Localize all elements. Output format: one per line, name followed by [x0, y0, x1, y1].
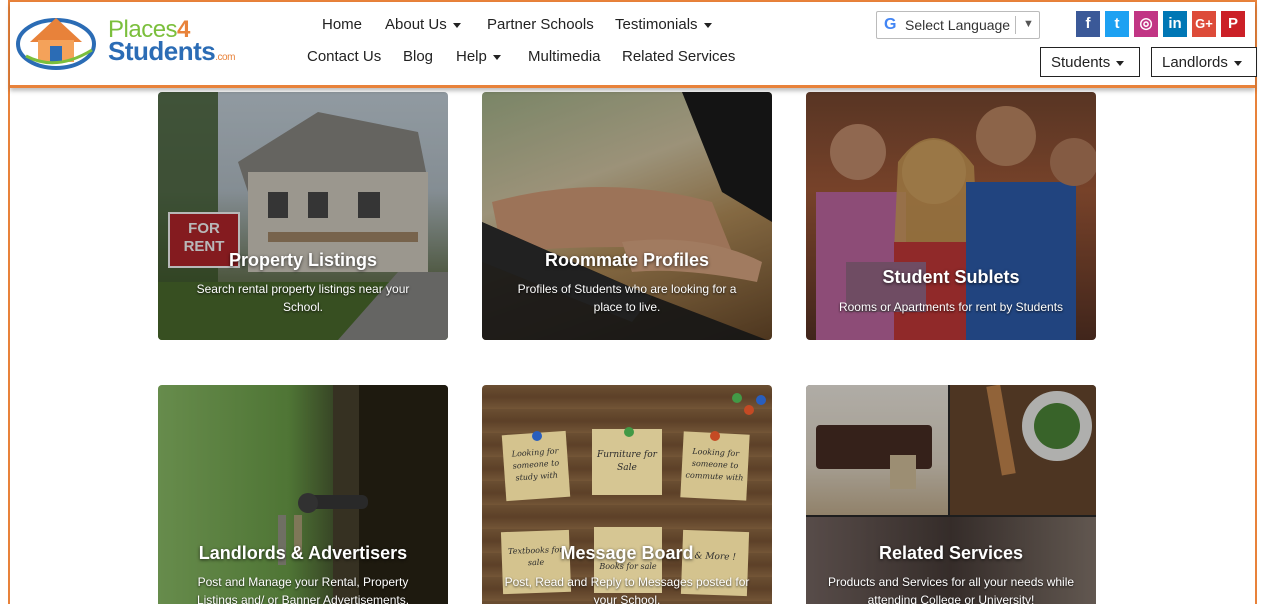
- tile-description: Rooms or Apartments for rent by Students: [838, 300, 1064, 314]
- tile-description: Profiles of Students who are looking for…: [517, 282, 737, 314]
- tile-description: Search rental property listings near you…: [196, 282, 410, 314]
- tile-title: Landlords & Advertisers: [198, 543, 408, 563]
- nav-contact-us[interactable]: Contact Us: [307, 48, 381, 65]
- tile-description: Post and Manage your Rental, Property Li…: [196, 575, 410, 604]
- nav-help[interactable]: Help: [456, 48, 501, 65]
- nav-blog[interactable]: Blog: [403, 48, 433, 65]
- tile-property-listings[interactable]: FOR RENT Property Listings Search rental …: [158, 92, 448, 340]
- tile-title: Student Sublets: [882, 267, 1020, 287]
- tile-title: Message Board: [560, 543, 694, 563]
- google-plus-icon[interactable]: G+: [1192, 11, 1216, 37]
- nav-testimonials[interactable]: Testimonials: [615, 16, 712, 33]
- tile-title: Property Listings: [228, 250, 378, 270]
- logo-text-suffix: .com: [215, 52, 235, 63]
- logo-text-students: Students: [108, 36, 216, 66]
- linkedin-icon[interactable]: in: [1163, 11, 1187, 37]
- twitter-icon[interactable]: t: [1105, 11, 1129, 37]
- site-header: Places4 Students.com Home About Us Partn…: [10, 2, 1257, 88]
- house-logo-icon: [16, 18, 96, 70]
- nav-home[interactable]: Home: [322, 16, 362, 33]
- nav-multimedia[interactable]: Multimedia: [528, 48, 601, 65]
- google-icon: G: [884, 16, 897, 33]
- tile-title: Roommate Profiles: [544, 250, 710, 270]
- chevron-down-icon: [492, 54, 501, 60]
- tile-description: Products and Services for all your needs…: [827, 575, 1075, 604]
- chevron-down-icon: [452, 22, 461, 28]
- instagram-icon[interactable]: ◎: [1134, 11, 1158, 37]
- dropdown-arrow-icon: ▼: [1023, 18, 1034, 30]
- language-select[interactable]: G Select Language ▼: [876, 11, 1040, 39]
- students-dropdown-button[interactable]: Students: [1040, 47, 1140, 77]
- language-select-label: Select Language: [905, 17, 1011, 33]
- nav-partner-schools[interactable]: Partner Schools: [487, 16, 594, 33]
- facebook-icon[interactable]: f: [1076, 11, 1100, 37]
- pinterest-icon[interactable]: P: [1221, 11, 1245, 37]
- nav-related-services[interactable]: Related Services: [622, 48, 735, 65]
- chevron-down-icon: [1116, 60, 1125, 66]
- divider: [1015, 16, 1016, 34]
- chevron-down-icon: [703, 22, 712, 28]
- tile-student-sublets[interactable]: Student Sublets Rooms or Apartments for …: [806, 92, 1096, 340]
- landlords-dropdown-button[interactable]: Landlords: [1151, 47, 1257, 77]
- tile-description: Post, Read and Reply to Messages posted …: [504, 575, 750, 604]
- site-logo[interactable]: Places4 Students.com: [16, 10, 246, 72]
- tile-landlords-advertisers[interactable]: Landlords & Advertisers Post and Manage …: [158, 385, 448, 604]
- chevron-down-icon: [1233, 60, 1242, 66]
- tile-message-board[interactable]: Looking for someone to study with Furnit…: [482, 385, 772, 604]
- nav-about-us[interactable]: About Us: [385, 16, 461, 33]
- tile-title: Related Services: [878, 543, 1024, 563]
- tile-roommate-profiles[interactable]: Roommate Profiles Profiles of Students w…: [482, 92, 772, 340]
- tile-related-services[interactable]: Related Services Products and Services f…: [806, 385, 1096, 604]
